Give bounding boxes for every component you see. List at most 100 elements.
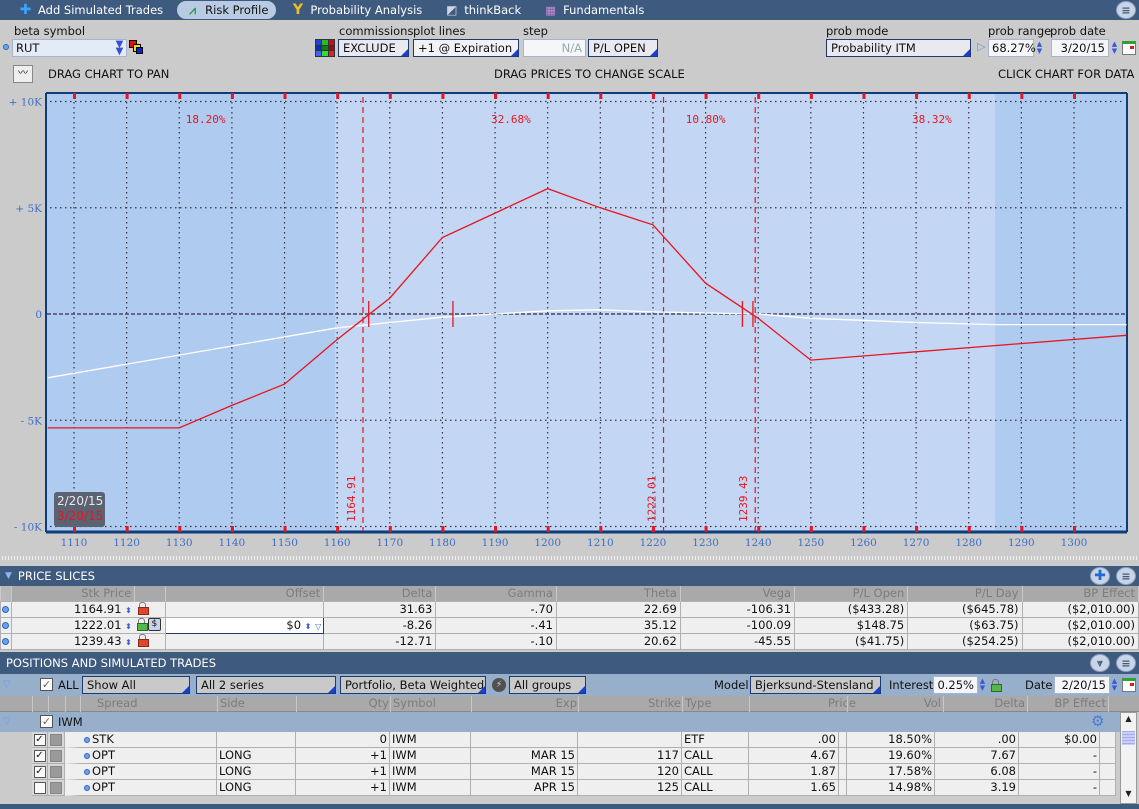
tab-fundamentals[interactable]: ▦ Fundamentals: [535, 1, 652, 19]
expand-icon[interactable]: ▽: [3, 716, 11, 727]
row-dot-icon[interactable]: [84, 769, 90, 775]
stk-price[interactable]: 1164.91: [74, 602, 122, 616]
row-dot-icon[interactable]: [84, 785, 90, 791]
strike[interactable]: [578, 732, 682, 748]
tab-add-simulated-trades[interactable]: ✚ Add Simulated Trades: [10, 1, 171, 19]
qty[interactable]: 0: [296, 732, 390, 748]
col-bp-effect[interactable]: BP Effect: [1054, 696, 1106, 710]
lock-icon[interactable]: [137, 634, 149, 647]
col-theta[interactable]: Theta: [556, 586, 681, 601]
expand-icon[interactable]: ▽: [3, 679, 11, 690]
pl-mode-select[interactable]: P/L OPEN: [588, 39, 658, 57]
chart-style-icon[interactable]: 〰: [13, 65, 33, 83]
stk-price[interactable]: 1222.01: [74, 618, 122, 632]
prob-range-stepper[interactable]: ▲ ▼: [1035, 40, 1044, 56]
col-offset[interactable]: Offset: [165, 586, 325, 601]
col-delta[interactable]: Delta: [323, 586, 437, 601]
slices-menu-icon[interactable]: ≡: [1116, 567, 1136, 585]
col-qty[interactable]: Qty: [369, 696, 389, 710]
interest-input[interactable]: 0.25%: [933, 676, 978, 694]
table-row[interactable]: ✓ OPT LONG +1 IWM MAR 15 117 CALL 4.67 1…: [0, 748, 1120, 764]
lightning-icon[interactable]: ⚡: [492, 678, 506, 692]
offset[interactable]: [164, 600, 325, 618]
table-row[interactable]: ✓ OPT LONG +1 IWM MAR 15 120 CALL 1.87 1…: [0, 764, 1120, 780]
col-gamma[interactable]: Gamma: [435, 586, 557, 601]
step-input[interactable]: N/A: [523, 39, 586, 57]
offset[interactable]: [164, 632, 325, 650]
exp[interactable]: MAR 15: [471, 748, 578, 764]
row-dot-icon[interactable]: [2, 622, 10, 629]
vol[interactable]: 19.60%: [847, 748, 935, 764]
row-dot-icon[interactable]: [2, 606, 10, 613]
col-bp-effect[interactable]: BP Effect: [1022, 586, 1139, 601]
menu-icon[interactable]: ≡: [1116, 1, 1136, 19]
groups-filter-select[interactable]: All groups: [509, 676, 586, 694]
group-row-iwm[interactable]: ▽ ✓ IWM ⚙: [0, 712, 1120, 732]
row-checkbox[interactable]: ✓: [33, 765, 46, 778]
settings-gear-icon[interactable]: ⚙: [1091, 712, 1104, 730]
strike[interactable]: 125: [578, 780, 682, 796]
positions-menu-icon[interactable]: ≡: [1116, 654, 1136, 672]
vol[interactable]: 14.98%: [847, 780, 935, 796]
tab-thinkback[interactable]: ◩ thinkBack: [436, 1, 529, 19]
col-pl-day[interactable]: P/L Day: [907, 586, 1023, 601]
calendar-icon[interactable]: [1122, 678, 1136, 692]
collapse-all-icon[interactable]: ⩔: [1090, 654, 1110, 672]
model-select[interactable]: Bjerksund-Stensland: [750, 676, 881, 694]
dollar-toggle-button[interactable]: $: [147, 618, 161, 631]
add-slice-button[interactable]: ✚: [1090, 567, 1110, 585]
color-picker-icon[interactable]: [129, 40, 143, 54]
chart-toggle-icon[interactable]: [50, 733, 62, 746]
price[interactable]: 4.67: [749, 748, 839, 764]
unlock-icon[interactable]: [136, 618, 148, 631]
all-checkbox[interactable]: ✓: [40, 678, 53, 691]
col-spread[interactable]: Spread: [97, 696, 138, 710]
vol[interactable]: 18.50%: [847, 732, 935, 748]
show-filter-select[interactable]: Show All: [82, 676, 190, 694]
strike[interactable]: 120: [578, 764, 682, 780]
offset-stepper[interactable]: ⬍: [305, 622, 312, 631]
col-stk-price[interactable]: Stk Price: [11, 586, 136, 601]
group-checkbox[interactable]: ✓: [40, 715, 53, 728]
risk-profile-chart[interactable]: + 10K + 5K 0 - 5K - 10K 1110 1120 1130 1140 1150…: [0, 90, 1139, 550]
col-pl-open[interactable]: P/L Open: [794, 586, 909, 601]
price[interactable]: 1.87: [749, 764, 839, 780]
series-filter-select[interactable]: All 2 series: [196, 676, 336, 694]
col-symbol[interactable]: Symbol: [393, 696, 436, 710]
splitter-handle[interactable]: [0, 556, 1139, 560]
offset-dropdown-icon[interactable]: ▽: [315, 622, 321, 631]
price-stepper[interactable]: ⬍: [125, 638, 132, 647]
tab-probability-analysis[interactable]: Y Probability Analysis: [282, 1, 430, 19]
row-dot-icon[interactable]: [84, 753, 90, 759]
commissions-select[interactable]: EXCLUDE: [338, 39, 409, 57]
offset-input[interactable]: $0 ⬍ ▽: [164, 616, 325, 634]
symbol-dropdown-icon[interactable]: ▼ ▼: [113, 40, 126, 57]
col-vega[interactable]: Vega: [680, 586, 796, 601]
row-dot-icon[interactable]: [2, 638, 10, 645]
plot-lines-select[interactable]: +1 @ Expiration: [413, 39, 519, 57]
tab-risk-profile[interactable]: ⩘ Risk Profile: [177, 1, 277, 19]
price-stepper[interactable]: ⬍: [125, 606, 132, 615]
qty[interactable]: +1: [296, 780, 390, 796]
date-input[interactable]: 2/20/15: [1054, 676, 1110, 694]
exp[interactable]: [471, 732, 578, 748]
collapse-icon[interactable]: ▼: [5, 571, 12, 581]
col-delta[interactable]: Delta: [994, 696, 1025, 710]
beta-symbol-input[interactable]: RUT: [12, 39, 127, 57]
table-row[interactable]: 1222.01 ⬍ $ $0 ⬍ ▽ -8.26 -.41 35.12 -100…: [0, 616, 1139, 634]
lock-icon[interactable]: [137, 602, 149, 615]
row-checkbox[interactable]: ✓: [33, 733, 46, 746]
prob-range-input[interactable]: 68.27%: [988, 39, 1036, 57]
prob-mode-select[interactable]: Probability ITM: [826, 39, 971, 57]
strike[interactable]: 117: [578, 748, 682, 764]
table-row[interactable]: ✓ STK 0 IWM ETF .00 18.50% .00 $0.00: [0, 732, 1120, 748]
col-strike[interactable]: Strike: [648, 696, 681, 710]
price[interactable]: 1.65: [749, 780, 839, 796]
table-row[interactable]: 1164.91 ⬍ 31.63 -.70 22.69 -106.31 ($433…: [0, 600, 1139, 618]
col-exp[interactable]: Exp: [556, 696, 577, 710]
prob-date-input[interactable]: 3/20/15: [1051, 39, 1109, 57]
col-vol[interactable]: Vol: [924, 696, 941, 710]
chart-toggle-icon[interactable]: [50, 781, 62, 794]
interest-stepper[interactable]: ▲ ▼: [978, 677, 987, 693]
link-dot-icon[interactable]: [3, 44, 9, 50]
